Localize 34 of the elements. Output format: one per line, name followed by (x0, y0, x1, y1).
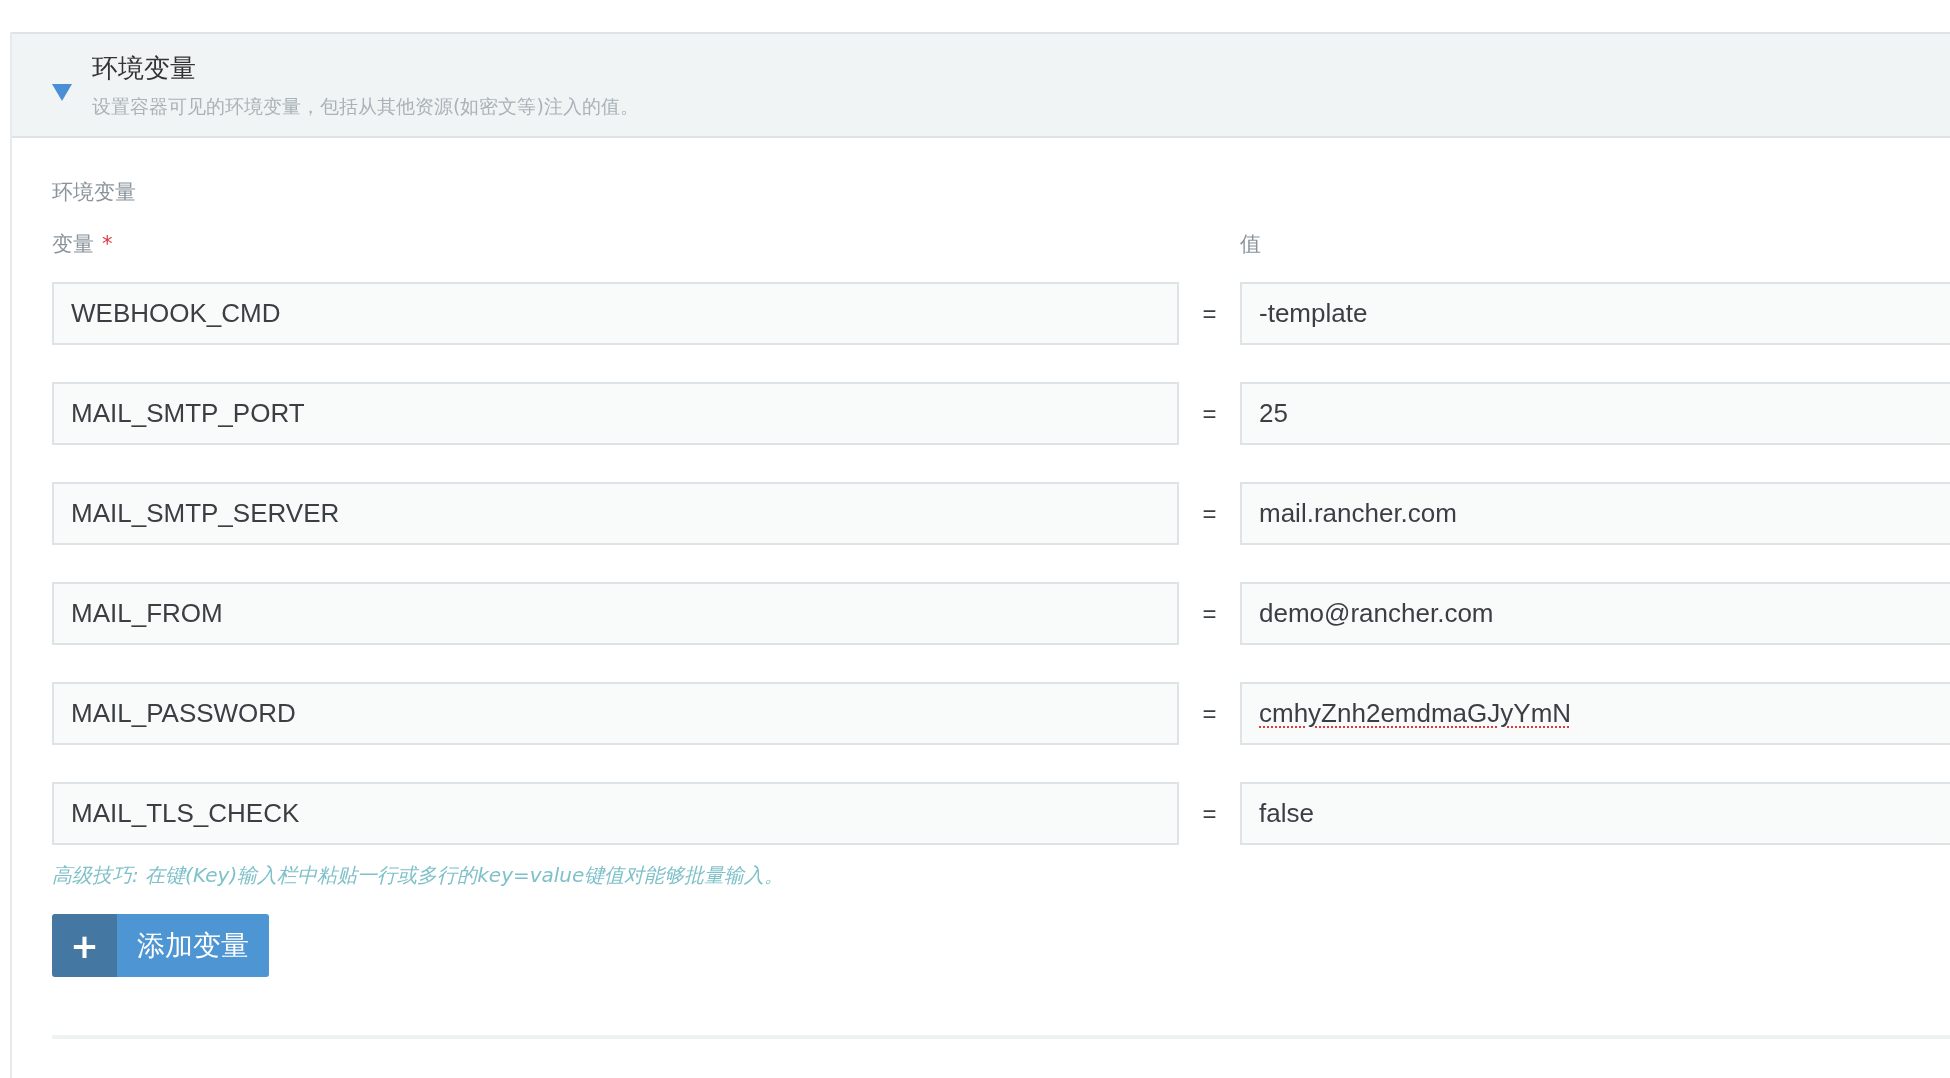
equals-sign: = (1201, 299, 1218, 328)
value-text: -template (1259, 298, 1368, 329)
key-input-field[interactable]: MAIL_PASSWORD (52, 682, 1179, 745)
section-title: 环境变量 (92, 51, 197, 85)
value-column-label: 值 (1240, 231, 1261, 258)
equals-sign: = (1201, 799, 1218, 828)
required-mark: * (102, 232, 113, 256)
key-input-field[interactable]: MAIL_SMTP_PORT (52, 382, 1179, 445)
equals-sign: = (1201, 699, 1218, 728)
section-header[interactable]: 环境变量 设置容器可见的环境变量，包括从其他资源(如密文等)注入的值。 (12, 32, 1950, 138)
equals-sign: = (1201, 399, 1218, 428)
equals-sign: = (1201, 499, 1218, 528)
value-input-field[interactable]: demo@rancher.com (1240, 582, 1950, 645)
key-input-field[interactable]: MAIL_FROM (52, 582, 1179, 645)
misspelled-value-text: cmhyZnh2emdmaGJyYmN (1259, 698, 1572, 729)
key-input-field[interactable]: WEBHOOK_CMD (52, 282, 1179, 345)
key-input-field[interactable]: MAIL_SMTP_SERVER (52, 482, 1179, 545)
form-label: 环境变量 (52, 179, 137, 206)
value-input-field[interactable]: false (1240, 782, 1950, 845)
value-text: false (1259, 798, 1314, 829)
key-input-field[interactable]: MAIL_TLS_CHECK (52, 782, 1179, 845)
add-variable-button[interactable]: + 添加变量 (52, 914, 269, 977)
key-column-label: 变量 (52, 232, 94, 256)
equals-sign: = (1201, 599, 1218, 628)
value-input-field[interactable]: 25 (1240, 382, 1950, 445)
tip-text: 高级技巧: 在键(Key)输入栏中粘贴一行或多行的key=value键值对能够批量输入。 (52, 862, 786, 889)
value-input-field[interactable]: cmhyZnh2emdmaGJyYmN (1240, 682, 1950, 745)
plus-icon: + (52, 914, 117, 977)
value-text: demo@rancher.com (1259, 598, 1494, 629)
value-text: 25 (1259, 398, 1288, 429)
section-description: 设置容器可见的环境变量，包括从其他资源(如密文等)注入的值。 (92, 93, 639, 119)
value-text: mail.rancher.com (1259, 498, 1457, 529)
value-input-field[interactable]: -template (1240, 282, 1950, 345)
value-input-field[interactable]: mail.rancher.com (1240, 482, 1950, 545)
